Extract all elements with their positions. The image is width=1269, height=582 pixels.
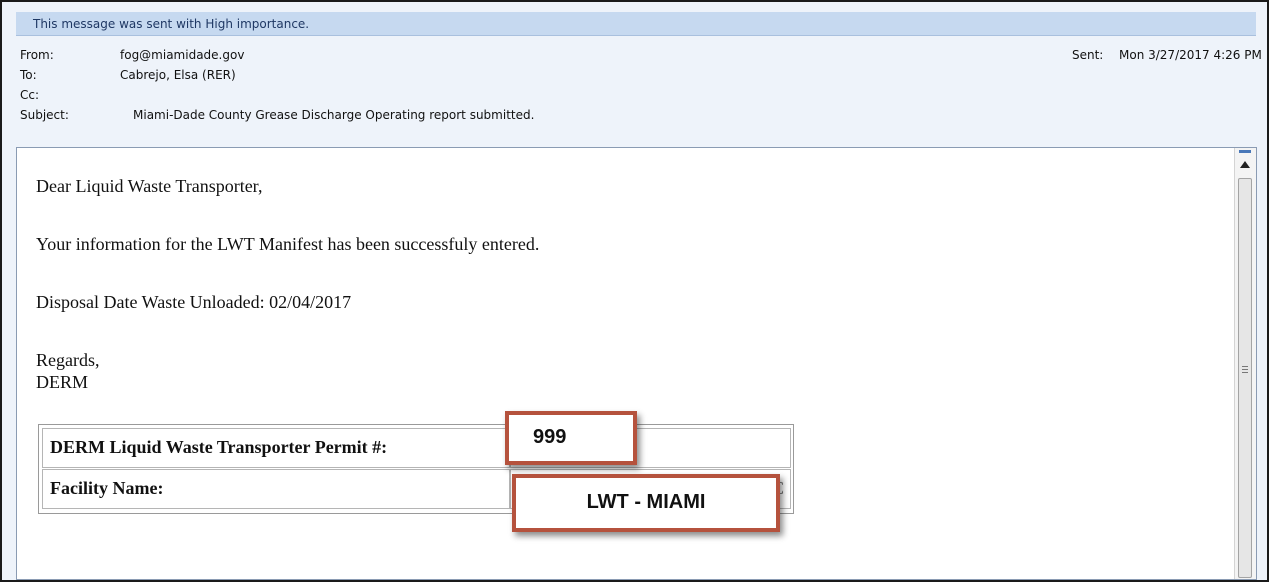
subject-label: Subject: — [20, 108, 69, 122]
facility-name-value: LWT - MIAMI — [586, 491, 706, 513]
scroll-thumb[interactable] — [1238, 178, 1252, 578]
vertical-scrollbar[interactable] — [1234, 148, 1256, 579]
minimize-bar-icon[interactable] — [1239, 150, 1251, 153]
regards-text: Regards, — [36, 350, 100, 370]
importance-banner: This message was sent with High importan… — [16, 12, 1256, 36]
message-body-pane[interactable]: Dear Liquid Waste Transporter, Your info… — [16, 147, 1257, 580]
to-value[interactable]: Cabrejo, Elsa (RER) — [120, 67, 236, 83]
greeting-text: Dear Liquid Waste Transporter, — [36, 176, 263, 196]
facility-name-label: Facility Name: — [42, 469, 510, 509]
confirmation-text: Your information for the LWT Manifest ha… — [36, 234, 540, 254]
grip-lines-icon — [1242, 366, 1248, 373]
from-label: From: — [20, 48, 54, 62]
subject-value: Miami-Dade County Grease Discharge Opera… — [133, 108, 535, 122]
permit-number-value: 999 — [533, 426, 567, 448]
to-label: To: — [20, 68, 37, 82]
permit-number-label: DERM Liquid Waste Transporter Permit #: — [42, 428, 510, 468]
sent-label: Sent: — [1072, 48, 1104, 62]
email-reading-window: This message was sent with High importan… — [0, 0, 1269, 582]
cc-label: Cc: — [20, 88, 40, 102]
disposal-date-text: Disposal Date Waste Unloaded: 02/04/2017 — [36, 292, 352, 312]
sent-value: Mon 3/27/2017 4:26 PM — [1119, 48, 1262, 62]
from-value[interactable]: fog@miamidade.gov — [120, 47, 244, 63]
facility-name-callout: LWT - MIAMI — [512, 474, 780, 532]
permit-number-callout: 999 — [505, 411, 637, 465]
scroll-up-arrow-icon[interactable] — [1240, 161, 1250, 168]
importance-text: This message was sent with High importan… — [33, 17, 310, 31]
signature-text: DERM — [36, 372, 89, 392]
